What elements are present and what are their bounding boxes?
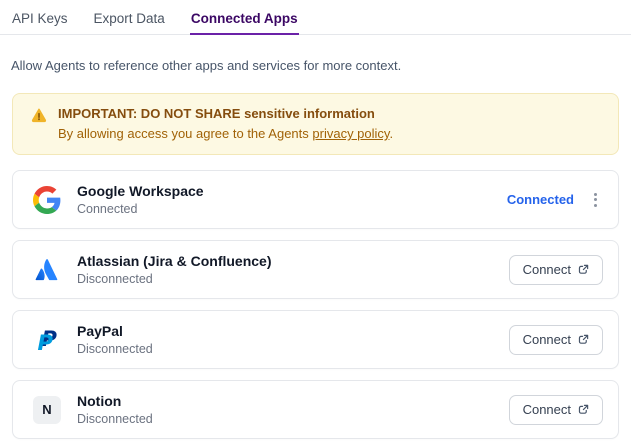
warning-title: IMPORTANT: DO NOT SHARE sensitive inform…	[58, 106, 375, 121]
warning-body-text: By allowing access you agree to the Agen…	[58, 126, 313, 141]
tab-api-keys[interactable]: API Keys	[11, 0, 69, 34]
warning-content: IMPORTANT: DO NOT SHARE sensitive inform…	[58, 105, 393, 143]
warning-body: By allowing access you agree to the Agen…	[58, 125, 393, 143]
connect-button[interactable]: Connect	[508, 324, 603, 355]
warning-body-suffix: .	[389, 126, 394, 141]
app-name: Google Workspace	[77, 182, 204, 199]
tab-export-data[interactable]: Export Data	[93, 0, 166, 34]
app-name: Atlassian (Jira & Confluence)	[77, 252, 272, 269]
connected-status-link[interactable]: Connected	[507, 192, 574, 207]
settings-tab-bar: API Keys Export Data Connected Apps	[0, 0, 631, 35]
app-card-atlassian: Atlassian (Jira & Confluence) Disconnect…	[12, 240, 619, 299]
google-logo-icon	[33, 185, 61, 214]
page-description: Allow Agents to reference other apps and…	[11, 58, 402, 73]
app-status: Connected	[77, 201, 138, 216]
app-info: Atlassian (Jira & Confluence) Disconnect…	[77, 253, 509, 287]
svg-text:P: P	[38, 331, 54, 354]
warning-triangle-icon	[31, 107, 47, 143]
tab-connected-apps[interactable]: Connected Apps	[189, 0, 299, 35]
external-link-icon	[578, 404, 589, 414]
external-link-icon	[578, 264, 589, 274]
kebab-menu-icon[interactable]	[588, 189, 603, 211]
paypal-logo-icon: P P	[33, 326, 61, 354]
app-status: Disconnected	[77, 411, 153, 426]
connect-button-label: Connect	[522, 262, 571, 277]
connect-button[interactable]: Connect	[508, 254, 603, 285]
app-status: Disconnected	[77, 271, 153, 286]
app-info: PayPal Disconnected	[77, 323, 509, 357]
connect-button-label: Connect	[522, 402, 571, 417]
app-info: Notion Disconnected	[77, 393, 509, 427]
privacy-policy-link[interactable]: privacy policy	[312, 126, 389, 141]
app-card-google-workspace: Google Workspace Connected Connected	[12, 170, 619, 229]
app-name: PayPal	[77, 322, 123, 339]
notion-logo-icon: N	[33, 395, 61, 424]
app-info: Google Workspace Connected	[77, 183, 507, 217]
atlassian-logo-icon	[33, 256, 61, 284]
warning-banner: IMPORTANT: DO NOT SHARE sensitive inform…	[12, 93, 619, 155]
external-link-icon	[578, 334, 589, 344]
app-card-notion: N Notion Disconnected Connect	[12, 380, 619, 439]
notion-letter: N	[33, 395, 61, 424]
app-card-paypal: P P PayPal Disconnected Connect	[12, 310, 619, 369]
app-name: Notion	[77, 392, 122, 409]
connect-button-label: Connect	[522, 332, 571, 347]
app-status: Disconnected	[77, 341, 153, 356]
connect-button[interactable]: Connect	[508, 394, 603, 425]
